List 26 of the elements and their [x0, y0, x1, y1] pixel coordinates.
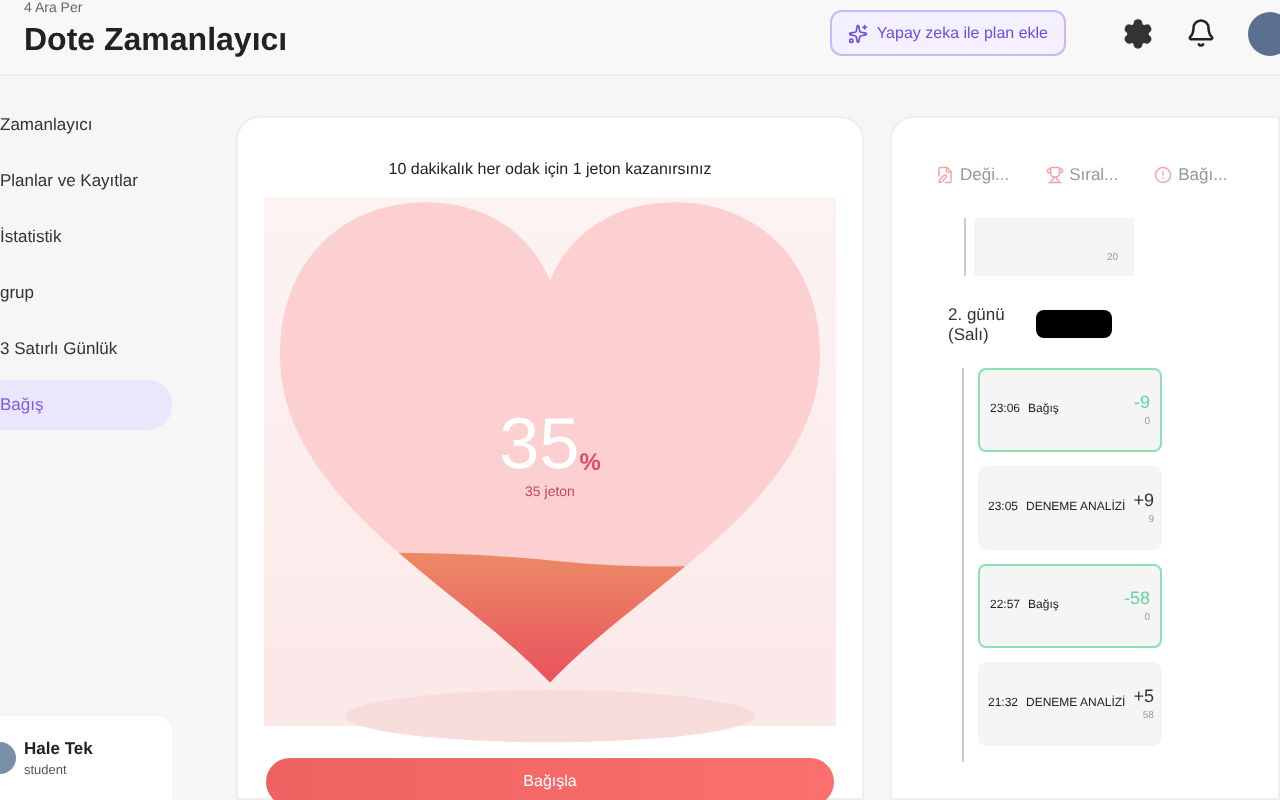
tab-icon [1154, 165, 1173, 184]
entry-delta: +5 [1133, 683, 1154, 709]
percent-unit: % [579, 450, 601, 474]
sparkle-icon [848, 23, 869, 43]
tab-icon [936, 165, 954, 184]
app-title: Dote Zamanlayıcı [22, 22, 288, 62]
sidebar-item[interactable]: Planlar ve Kayıtlar [0, 156, 172, 206]
avatar-icon[interactable] [1248, 11, 1280, 55]
weekday-label: (Salı) [948, 324, 991, 346]
info-text: 10 dakikalık her odak için 1 jeton kazanırsınız [388, 158, 712, 182]
entry-delta: -9 [1133, 389, 1150, 415]
sidebar-item[interactable]: İstatistik [0, 212, 172, 262]
redacted-block [1036, 310, 1113, 339]
notification-icon[interactable] [1186, 18, 1216, 48]
sidebar-item[interactable]: grup [0, 268, 172, 318]
entry-delta: -58 [1123, 585, 1150, 611]
tab-icon [1045, 165, 1064, 184]
user-name: Hale Tek [24, 735, 93, 761]
day-label: 2. günü [948, 303, 1005, 325]
sidebar-item[interactable]: Zamanlayıcı [0, 100, 172, 150]
entry-delta: +9 [1133, 487, 1154, 513]
sidebar-item[interactable]: Bağış [0, 380, 172, 430]
user-avatar-icon [0, 742, 16, 774]
sidebar-item[interactable]: 3 Satırlı Günlük [0, 324, 172, 374]
ai-plan-button[interactable]: Yapay zeka ile plan ekle [830, 10, 1066, 56]
settings-icon[interactable] [1122, 17, 1154, 49]
